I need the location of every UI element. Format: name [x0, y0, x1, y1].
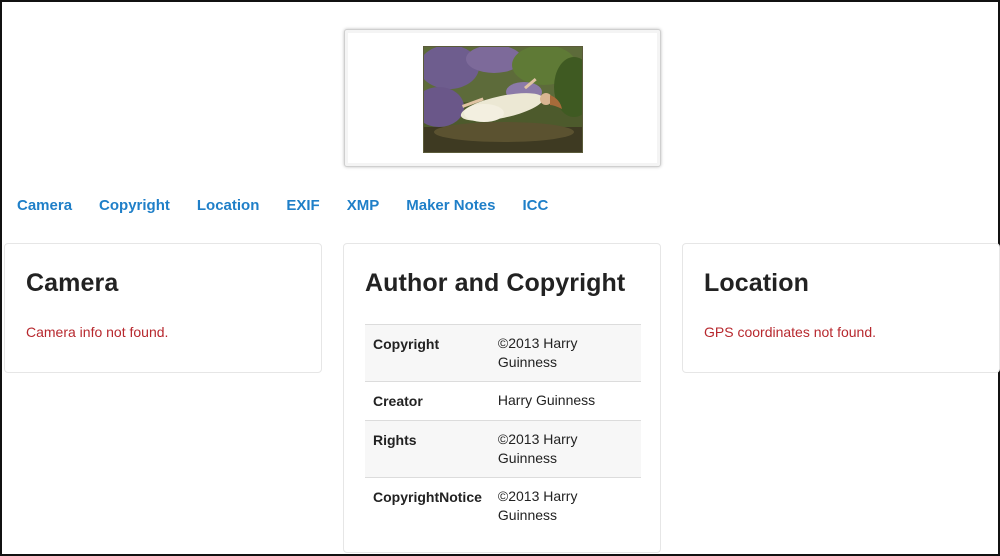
nav-link-location[interactable]: Location	[197, 197, 260, 215]
row-key: CopyrightNotice	[365, 477, 490, 534]
copyright-panel-title: Author and Copyright	[365, 269, 626, 297]
row-key: Rights	[365, 420, 490, 478]
photo-thumbnail[interactable]	[423, 46, 583, 153]
camera-panel-title: Camera	[26, 269, 119, 297]
row-value: ©2013 Harry Guinness	[489, 420, 641, 478]
table-row: Creator Harry Guinness	[365, 381, 641, 421]
table-row: Copyright ©2013 Harry Guinness	[365, 324, 641, 382]
row-value: ©2013 Harry Guinness	[489, 477, 641, 534]
nav-link-exif[interactable]: EXIF	[286, 197, 319, 215]
camera-panel: Camera Camera info not found.	[4, 243, 322, 373]
copyright-panel: Author and Copyright Copyright ©2013 Har…	[343, 243, 661, 553]
section-nav: Camera Copyright Location EXIF XMP Maker…	[17, 197, 575, 215]
row-value: Harry Guinness	[489, 381, 641, 421]
row-key: Creator	[365, 381, 490, 421]
location-error-message: GPS coordinates not found.	[704, 324, 876, 340]
row-value: ©2013 Harry Guinness	[489, 324, 641, 382]
table-row: Rights ©2013 Harry Guinness	[365, 420, 641, 478]
page-frame: Camera Copyright Location EXIF XMP Maker…	[0, 0, 1000, 556]
copyright-table: Copyright ©2013 Harry Guinness Creator H…	[365, 324, 641, 534]
nav-link-icc[interactable]: ICC	[522, 197, 548, 215]
table-row: CopyrightNotice ©2013 Harry Guinness	[365, 477, 641, 534]
nav-link-copyright[interactable]: Copyright	[99, 197, 170, 215]
nav-link-maker-notes[interactable]: Maker Notes	[406, 197, 495, 215]
nav-link-xmp[interactable]: XMP	[347, 197, 380, 215]
row-key: Copyright	[365, 324, 490, 382]
camera-error-message: Camera info not found.	[26, 324, 169, 340]
image-preview-card	[344, 29, 661, 167]
location-panel-title: Location	[704, 269, 809, 297]
location-panel: Location GPS coordinates not found.	[682, 243, 1000, 373]
nav-link-camera[interactable]: Camera	[17, 197, 72, 215]
